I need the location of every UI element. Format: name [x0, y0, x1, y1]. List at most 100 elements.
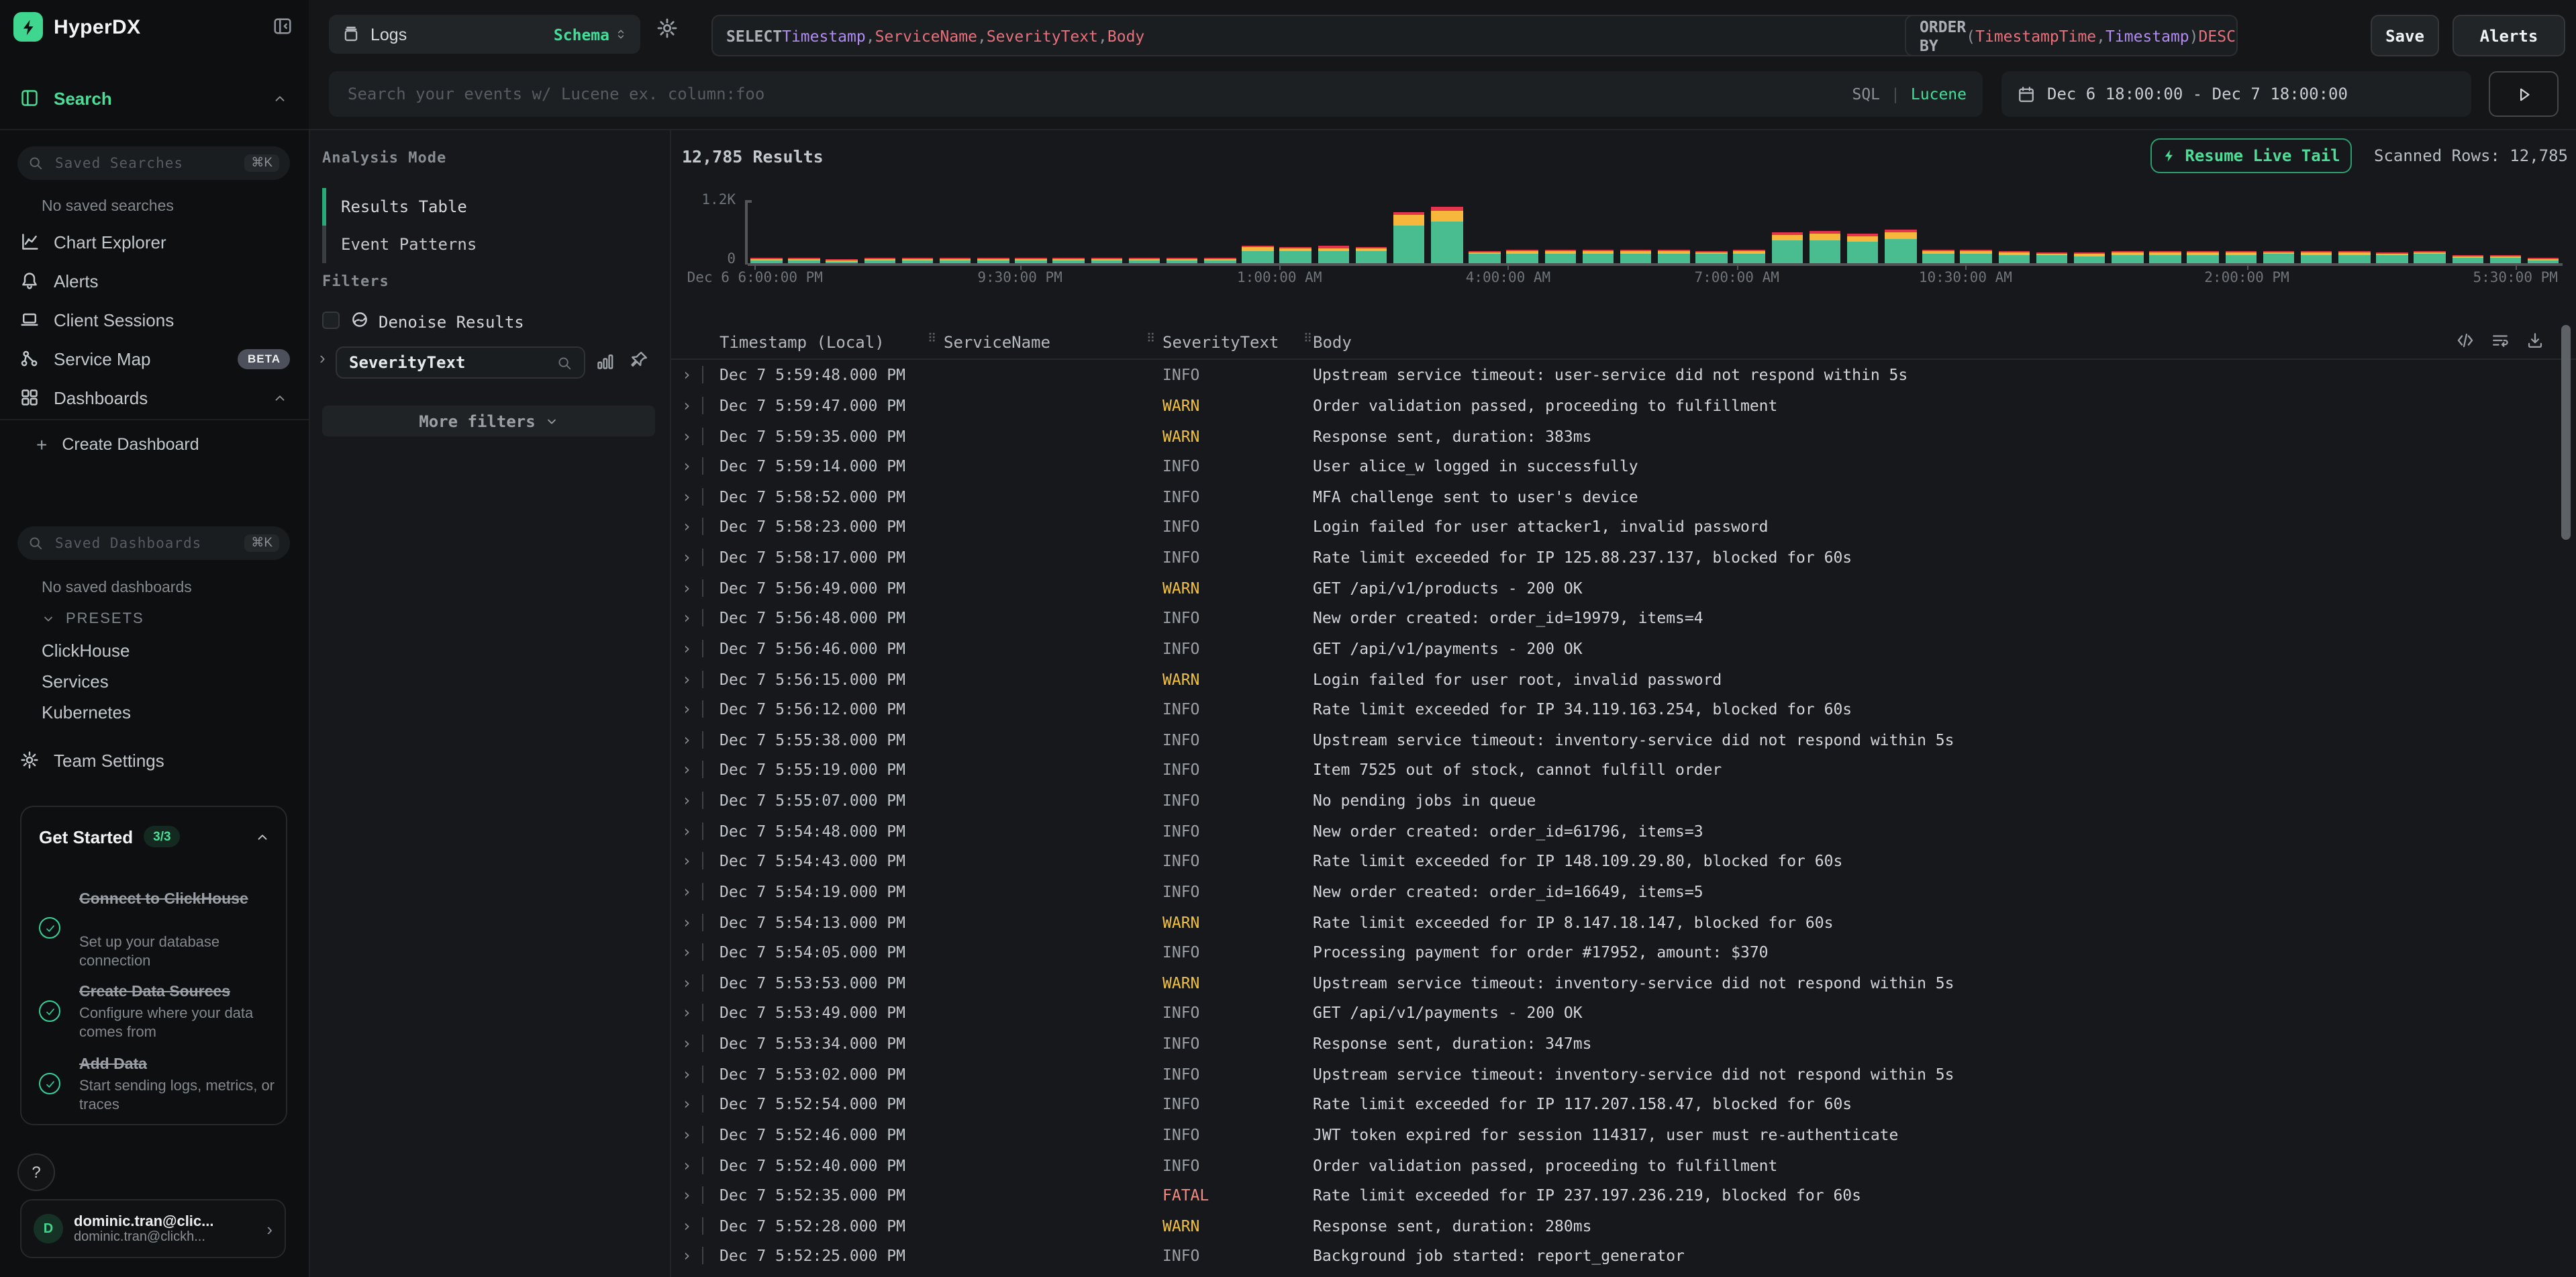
histogram-bar[interactable]	[826, 258, 858, 263]
histogram-bar[interactable]	[1242, 246, 1273, 263]
save-button[interactable]: Save	[2371, 15, 2439, 56]
sidebar-item-search[interactable]: Search	[0, 81, 309, 115]
histogram-bar[interactable]	[1734, 250, 1765, 263]
code-view-icon[interactable]	[2457, 332, 2474, 349]
expand-row-icon[interactable]: ›	[682, 396, 691, 415]
sidebar-item-alerts[interactable]: Alerts	[0, 263, 309, 298]
histogram-bar[interactable]	[1355, 247, 1387, 263]
histogram-bar[interactable]	[1431, 207, 1463, 263]
expand-row-icon[interactable]: ›	[682, 1125, 691, 1144]
sidebar-item-team-settings[interactable]: Team Settings	[0, 743, 309, 777]
schema-selector[interactable]: Schema	[554, 25, 627, 44]
histogram-bar[interactable]	[1658, 250, 1689, 263]
saved-dashboards-search[interactable]: ⌘K	[17, 526, 290, 560]
expand-row-icon[interactable]: ›	[682, 943, 691, 961]
sidebar-item-service-map[interactable]: Service Map BETA	[0, 341, 309, 376]
expand-row-icon[interactable]: ›	[682, 1034, 691, 1053]
log-row[interactable]: ›Dec 7 5:56:49.000 PMWARNGET /api/v1/pro…	[671, 573, 2576, 603]
pin-icon[interactable]	[630, 350, 648, 369]
preset-clickhouse[interactable]: ClickHouse	[42, 641, 130, 661]
expand-row-icon[interactable]: ›	[682, 1217, 691, 1235]
col-body[interactable]: Body	[1313, 333, 1352, 352]
histogram-bar[interactable]	[1620, 250, 1652, 263]
chevron-up-icon[interactable]	[255, 829, 270, 844]
histogram-bar[interactable]	[2225, 252, 2257, 263]
severity-filter-field[interactable]: SeverityText	[336, 346, 585, 379]
expand-row-icon[interactable]: ›	[682, 518, 691, 536]
expand-row-icon[interactable]: ›	[682, 457, 691, 475]
gs-step-title[interactable]: Create Data Sources	[79, 983, 281, 1004]
saved-dashboards-input[interactable]	[52, 534, 235, 553]
log-row[interactable]: ›Dec 7 5:54:05.000 PMINFOProcessing paym…	[671, 937, 2576, 967]
expand-row-icon[interactable]: ›	[682, 852, 691, 871]
histogram-bar[interactable]	[1469, 250, 1500, 263]
histogram-bar[interactable]	[1582, 250, 1614, 263]
expand-row-icon[interactable]: ›	[682, 548, 691, 567]
date-range-picker[interactable]: Dec 6 18:00:00 - Dec 7 18:00:00	[2001, 71, 2471, 117]
histogram-bar[interactable]	[2301, 251, 2332, 263]
log-row[interactable]: ›Dec 7 5:59:48.000 PMINFOUpstream servic…	[671, 360, 2576, 390]
preset-kubernetes[interactable]: Kubernetes	[42, 702, 131, 722]
chart-filter-icon[interactable]	[596, 352, 615, 371]
log-row[interactable]: ›Dec 7 5:58:52.000 PMINFOMFA challenge s…	[671, 481, 2576, 512]
log-row[interactable]: ›Dec 7 5:58:17.000 PMINFORate limit exce…	[671, 542, 2576, 573]
expand-row-icon[interactable]: ›	[682, 730, 691, 749]
alerts-button[interactable]: Alerts	[2453, 15, 2565, 56]
log-row[interactable]: ›Dec 7 5:55:07.000 PMINFONo pending jobs…	[671, 786, 2576, 816]
mode-event-patterns[interactable]: Event Patterns	[341, 235, 477, 254]
log-row[interactable]: ›Dec 7 5:52:40.000 PMINFOOrder validatio…	[671, 1150, 2576, 1180]
col-servicename[interactable]: ServiceName	[944, 333, 1050, 352]
log-row[interactable]: ›Dec 7 5:53:49.000 PMINFOGET /api/v1/pay…	[671, 998, 2576, 1028]
log-row[interactable]: ›Dec 7 5:56:15.000 PMWARNLogin failed fo…	[671, 664, 2576, 694]
order-by-input[interactable]: ORDER BY (TimestampTime, Timestamp) DESC	[1905, 15, 2238, 56]
log-row[interactable]: ›Dec 7 5:59:14.000 PMINFOUser alice_w lo…	[671, 451, 2576, 481]
expand-row-icon[interactable]: ›	[682, 426, 691, 445]
saved-searches-input[interactable]	[52, 154, 235, 173]
denoise-checkbox[interactable]	[322, 312, 340, 329]
histogram-bar[interactable]	[940, 258, 971, 263]
log-row[interactable]: ›Dec 7 5:52:35.000 PMFATALRate limit exc…	[671, 1180, 2576, 1211]
select-clause-input[interactable]: SELECT Timestamp,ServiceName,SeverityTex…	[711, 15, 1921, 56]
run-query-button[interactable]	[2489, 71, 2559, 117]
expand-row-icon[interactable]: ›	[682, 487, 691, 506]
wrap-lines-icon[interactable]	[2491, 332, 2509, 349]
histogram-bar[interactable]	[2074, 252, 2106, 263]
expand-row-icon[interactable]: ›	[682, 609, 691, 628]
histogram-bar[interactable]	[1091, 258, 1122, 263]
expand-row-icon[interactable]: ›	[682, 1186, 691, 1204]
histogram-bar[interactable]	[1961, 250, 1992, 263]
preset-services[interactable]: Services	[42, 671, 109, 692]
collapse-sidebar-icon[interactable]	[273, 16, 293, 36]
log-row[interactable]: ›Dec 7 5:53:34.000 PMINFOResponse sent, …	[671, 1029, 2576, 1059]
denoise-label[interactable]: Denoise Results	[379, 313, 524, 332]
histogram-bar[interactable]	[1167, 258, 1198, 264]
user-menu[interactable]: D dominic.tran@clic... dominic.tran@clic…	[20, 1199, 286, 1258]
histogram-bar[interactable]	[1998, 252, 2030, 263]
histogram-bar[interactable]	[2187, 251, 2219, 263]
histogram-bar[interactable]	[1847, 234, 1879, 263]
presets-header[interactable]: PRESETS	[42, 611, 144, 627]
create-dashboard-button[interactable]: + Create Dashboard	[0, 427, 309, 462]
histogram-bar[interactable]	[2149, 252, 2181, 263]
histogram-bar[interactable]	[1053, 258, 1085, 263]
log-row[interactable]: ›Dec 7 5:56:12.000 PMINFORate limit exce…	[671, 694, 2576, 724]
col-timestamp[interactable]: Timestamp (Local)	[720, 333, 885, 352]
log-row[interactable]: ›Dec 7 5:52:46.000 PMINFOJWT token expir…	[671, 1119, 2576, 1149]
log-row[interactable]: ›Dec 7 5:52:54.000 PMINFORate limit exce…	[671, 1089, 2576, 1119]
expand-row-icon[interactable]: ›	[682, 791, 691, 810]
histogram-bar[interactable]	[750, 258, 782, 263]
lang-sql[interactable]: SQL	[1852, 85, 1880, 103]
mode-results-table[interactable]: Results Table	[341, 197, 467, 216]
histogram-bar[interactable]	[864, 258, 895, 263]
search-icon[interactable]	[557, 355, 572, 370]
help-button[interactable]: ?	[17, 1153, 55, 1191]
expand-row-icon[interactable]: ›	[682, 882, 691, 901]
event-search-input[interactable]	[345, 83, 1852, 105]
col-severitytext[interactable]: SeverityText	[1162, 333, 1279, 352]
expand-row-icon[interactable]: ›	[682, 639, 691, 658]
table-scrollbar[interactable]	[2561, 325, 2571, 540]
event-search-bar[interactable]: SQL | Lucene	[329, 71, 1983, 117]
histogram-bar[interactable]	[1128, 258, 1160, 263]
histogram-bar[interactable]	[1695, 250, 1727, 263]
histogram-bar[interactable]	[2338, 251, 2370, 263]
